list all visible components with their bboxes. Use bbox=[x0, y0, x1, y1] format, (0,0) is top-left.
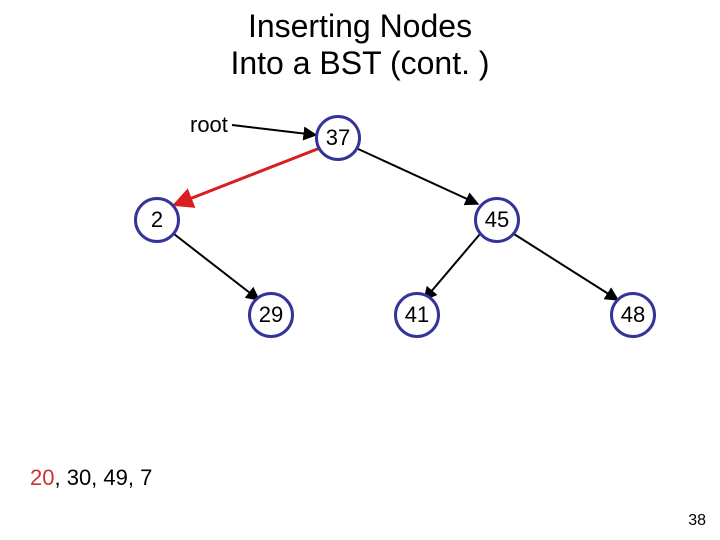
node-37: 37 bbox=[315, 115, 361, 161]
node-41-value: 41 bbox=[405, 302, 429, 328]
page-number: 38 bbox=[688, 512, 706, 530]
queue-rest: , 30, 49, 7 bbox=[54, 465, 152, 490]
node-41: 41 bbox=[394, 292, 440, 338]
node-2: 2 bbox=[134, 197, 180, 243]
node-2-value: 2 bbox=[151, 207, 163, 233]
edge-2-to-29 bbox=[174, 234, 259, 300]
insertion-queue: 20, 30, 49, 7 bbox=[30, 465, 152, 491]
queue-current: 20 bbox=[30, 465, 54, 490]
edge-root-to-37 bbox=[232, 125, 316, 135]
root-label: root bbox=[190, 112, 228, 138]
title-line-1: Inserting Nodes bbox=[248, 8, 472, 44]
edge-45-to-41 bbox=[424, 234, 480, 300]
edge-37-to-2 bbox=[174, 148, 320, 205]
edge-37-to-45 bbox=[356, 148, 478, 204]
node-29: 29 bbox=[248, 292, 294, 338]
node-48: 48 bbox=[610, 292, 656, 338]
node-37-value: 37 bbox=[326, 125, 350, 151]
node-45: 45 bbox=[474, 197, 520, 243]
slide-title: Inserting Nodes Into a BST (cont. ) bbox=[0, 8, 720, 82]
node-48-value: 48 bbox=[621, 302, 645, 328]
node-45-value: 45 bbox=[485, 207, 509, 233]
edge-45-to-48 bbox=[514, 234, 618, 300]
node-29-value: 29 bbox=[259, 302, 283, 328]
title-line-2: Into a BST (cont. ) bbox=[230, 45, 489, 81]
